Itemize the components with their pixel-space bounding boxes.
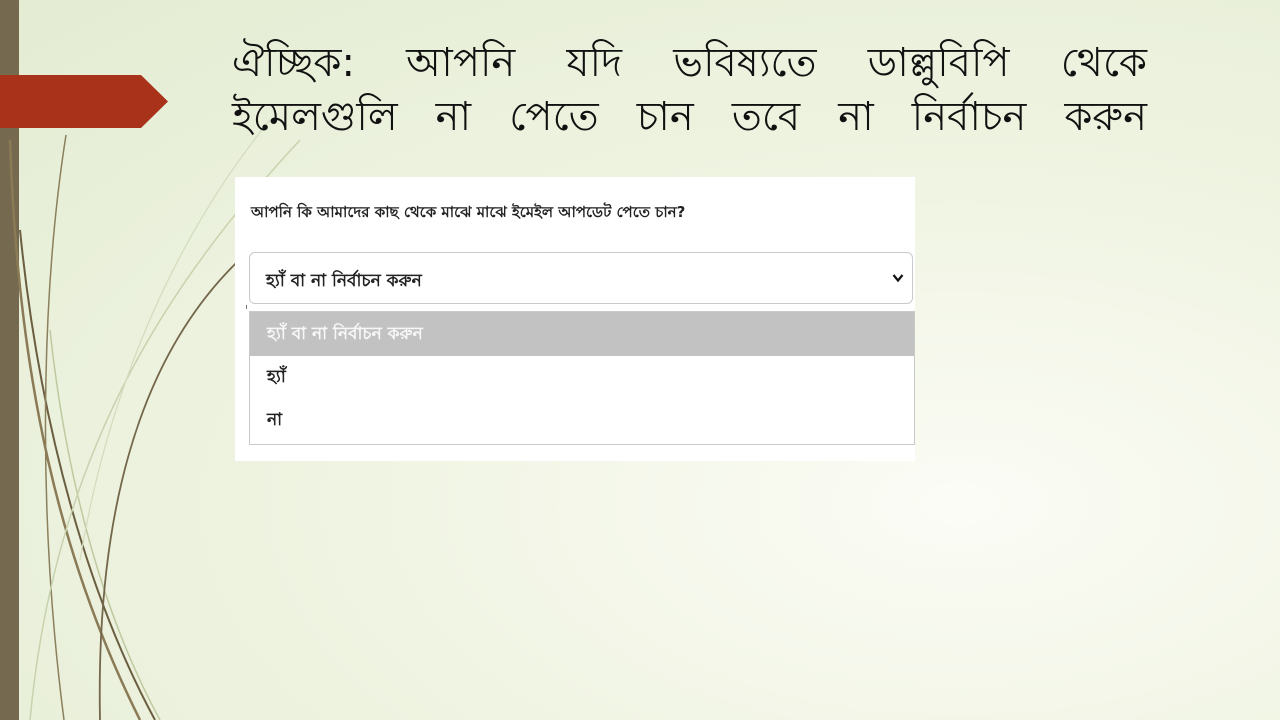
dropdown-options-list: হ্যাঁ বা না নির্বাচন করুন হ্যাঁ না (249, 311, 915, 445)
option-no[interactable]: না (250, 399, 914, 442)
form-question: আপনি কি আমাদের কাছ থেকে মাঝে মাঝে ইমেইল … (251, 203, 686, 221)
select-edge-mark (246, 305, 251, 309)
arrow-tab-shape (0, 75, 168, 128)
select-current-value: হ্যাঁ বা না নির্বাচন করুন (266, 271, 422, 291)
slide-title: ঐচ্ছিক: আপনি যদি ভবিষ্যতে ডাল্লুবিপি থেক… (232, 40, 1147, 140)
embedded-form-screenshot: আপনি কি আমাদের কাছ থেকে মাঝে মাঝে ইমেইল … (235, 177, 915, 461)
option-yes[interactable]: হ্যাঁ (250, 356, 914, 399)
option-select-prompt[interactable]: হ্যাঁ বা না নির্বাচন করুন (250, 312, 914, 356)
chevron-down-icon (892, 274, 904, 283)
email-updates-select[interactable]: হ্যাঁ বা না নির্বাচন করুন (249, 252, 913, 304)
